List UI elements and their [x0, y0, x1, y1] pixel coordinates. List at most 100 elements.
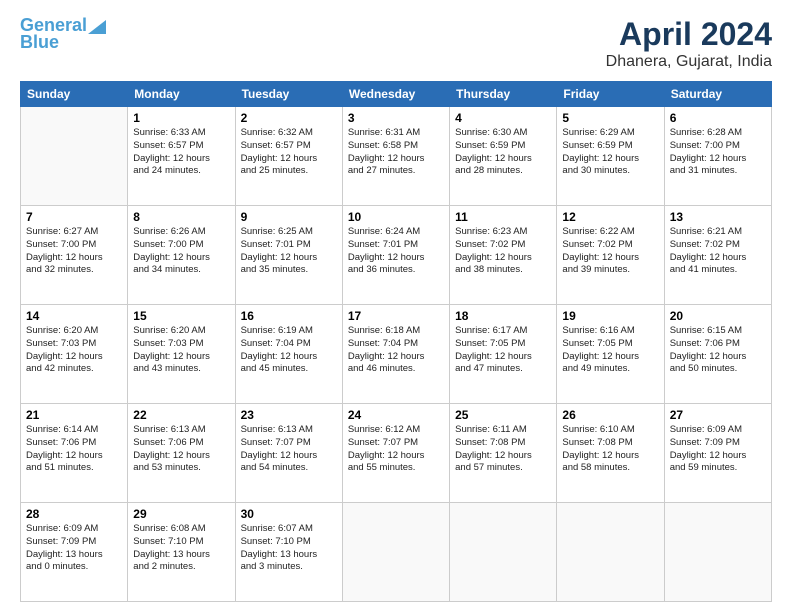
day-info: Sunrise: 6:09 AM Sunset: 7:09 PM Dayligh…	[26, 523, 122, 574]
table-row: 8 Sunrise: 6:26 AM Sunset: 7:00 PM Daylig…	[128, 206, 235, 305]
table-row: 20 Sunrise: 6:15 AM Sunset: 7:06 PM Dayli…	[664, 305, 771, 404]
calendar-header-row: Sunday Monday Tuesday Wednesday Thursday…	[21, 82, 772, 107]
col-thursday: Thursday	[450, 82, 557, 107]
day-info: Sunrise: 6:28 AM Sunset: 7:00 PM Dayligh…	[670, 127, 766, 178]
table-row: 11 Sunrise: 6:23 AM Sunset: 7:02 PM Dayli…	[450, 206, 557, 305]
logo-arrow-icon	[88, 16, 106, 34]
day-info: Sunrise: 6:20 AM Sunset: 7:03 PM Dayligh…	[133, 325, 229, 376]
day-info: Sunrise: 6:19 AM Sunset: 7:04 PM Dayligh…	[241, 325, 337, 376]
day-number: 1	[133, 111, 229, 125]
page: General Blue April 2024 Dhanera, Gujarat…	[0, 0, 792, 612]
day-info: Sunrise: 6:13 AM Sunset: 7:06 PM Dayligh…	[133, 424, 229, 475]
day-number: 15	[133, 309, 229, 323]
day-number: 28	[26, 507, 122, 521]
table-row: 6 Sunrise: 6:28 AM Sunset: 7:00 PM Daylig…	[664, 107, 771, 206]
table-row	[557, 503, 664, 602]
table-row: 13 Sunrise: 6:21 AM Sunset: 7:02 PM Dayli…	[664, 206, 771, 305]
table-row: 3 Sunrise: 6:31 AM Sunset: 6:58 PM Daylig…	[342, 107, 449, 206]
day-info: Sunrise: 6:07 AM Sunset: 7:10 PM Dayligh…	[241, 523, 337, 574]
day-info: Sunrise: 6:22 AM Sunset: 7:02 PM Dayligh…	[562, 226, 658, 277]
day-number: 22	[133, 408, 229, 422]
header: General Blue April 2024 Dhanera, Gujarat…	[20, 16, 772, 71]
table-row: 7 Sunrise: 6:27 AM Sunset: 7:00 PM Daylig…	[21, 206, 128, 305]
day-info: Sunrise: 6:31 AM Sunset: 6:58 PM Dayligh…	[348, 127, 444, 178]
col-tuesday: Tuesday	[235, 82, 342, 107]
day-number: 13	[670, 210, 766, 224]
day-info: Sunrise: 6:32 AM Sunset: 6:57 PM Dayligh…	[241, 127, 337, 178]
table-row: 16Sunrise: 6:19 AM Sunset: 7:04 PM Dayli…	[235, 305, 342, 404]
day-info: Sunrise: 6:29 AM Sunset: 6:59 PM Dayligh…	[562, 127, 658, 178]
table-row: 10 Sunrise: 6:24 AM Sunset: 7:01 PM Dayli…	[342, 206, 449, 305]
day-number: 27	[670, 408, 766, 422]
day-number: 18	[455, 309, 551, 323]
day-number: 11	[455, 210, 551, 224]
logo: General Blue	[20, 16, 106, 53]
table-row	[342, 503, 449, 602]
table-row: 27 Sunrise: 6:09 AM Sunset: 7:09 PM Dayli…	[664, 404, 771, 503]
day-number: 23	[241, 408, 337, 422]
day-number: 10	[348, 210, 444, 224]
table-row: 19Sunrise: 6:16 AM Sunset: 7:05 PM Dayli…	[557, 305, 664, 404]
day-number: 17	[348, 309, 444, 323]
day-info: Sunrise: 6:23 AM Sunset: 7:02 PM Dayligh…	[455, 226, 551, 277]
col-wednesday: Wednesday	[342, 82, 449, 107]
col-sunday: Sunday	[21, 82, 128, 107]
day-number: 20	[670, 309, 766, 323]
table-row: 1Sunrise: 6:33 AM Sunset: 6:57 PM Daylig…	[128, 107, 235, 206]
col-monday: Monday	[128, 82, 235, 107]
table-row: 28 Sunrise: 6:09 AM Sunset: 7:09 PM Dayli…	[21, 503, 128, 602]
day-number: 21	[26, 408, 122, 422]
day-number: 6	[670, 111, 766, 125]
calendar-week-row: 1Sunrise: 6:33 AM Sunset: 6:57 PM Daylig…	[21, 107, 772, 206]
calendar: Sunday Monday Tuesday Wednesday Thursday…	[20, 81, 772, 602]
table-row: 26 Sunrise: 6:10 AM Sunset: 7:08 PM Dayli…	[557, 404, 664, 503]
day-number: 4	[455, 111, 551, 125]
col-saturday: Saturday	[664, 82, 771, 107]
day-number: 7	[26, 210, 122, 224]
day-info: Sunrise: 6:11 AM Sunset: 7:08 PM Dayligh…	[455, 424, 551, 475]
day-info: Sunrise: 6:27 AM Sunset: 7:00 PM Dayligh…	[26, 226, 122, 277]
table-row	[664, 503, 771, 602]
day-number: 8	[133, 210, 229, 224]
day-info: Sunrise: 6:16 AM Sunset: 7:05 PM Dayligh…	[562, 325, 658, 376]
table-row: 30 Sunrise: 6:07 AM Sunset: 7:10 PM Dayli…	[235, 503, 342, 602]
day-info: Sunrise: 6:21 AM Sunset: 7:02 PM Dayligh…	[670, 226, 766, 277]
day-info: Sunrise: 6:14 AM Sunset: 7:06 PM Dayligh…	[26, 424, 122, 475]
day-info: Sunrise: 6:17 AM Sunset: 7:05 PM Dayligh…	[455, 325, 551, 376]
table-row	[21, 107, 128, 206]
day-number: 3	[348, 111, 444, 125]
day-info: Sunrise: 6:09 AM Sunset: 7:09 PM Dayligh…	[670, 424, 766, 475]
col-friday: Friday	[557, 82, 664, 107]
table-row: 5Sunrise: 6:29 AM Sunset: 6:59 PM Daylig…	[557, 107, 664, 206]
day-info: Sunrise: 6:18 AM Sunset: 7:04 PM Dayligh…	[348, 325, 444, 376]
day-number: 26	[562, 408, 658, 422]
table-row: 23 Sunrise: 6:13 AM Sunset: 7:07 PM Dayli…	[235, 404, 342, 503]
day-number: 29	[133, 507, 229, 521]
day-info: Sunrise: 6:10 AM Sunset: 7:08 PM Dayligh…	[562, 424, 658, 475]
table-row	[450, 503, 557, 602]
day-info: Sunrise: 6:30 AM Sunset: 6:59 PM Dayligh…	[455, 127, 551, 178]
day-number: 30	[241, 507, 337, 521]
day-info: Sunrise: 6:13 AM Sunset: 7:07 PM Dayligh…	[241, 424, 337, 475]
table-row: 2 Sunrise: 6:32 AM Sunset: 6:57 PM Daylig…	[235, 107, 342, 206]
calendar-week-row: 21 Sunrise: 6:14 AM Sunset: 7:06 PM Dayli…	[21, 404, 772, 503]
table-row: 17 Sunrise: 6:18 AM Sunset: 7:04 PM Dayli…	[342, 305, 449, 404]
table-row: 21 Sunrise: 6:14 AM Sunset: 7:06 PM Dayli…	[21, 404, 128, 503]
day-info: Sunrise: 6:12 AM Sunset: 7:07 PM Dayligh…	[348, 424, 444, 475]
day-number: 9	[241, 210, 337, 224]
day-info: Sunrise: 6:15 AM Sunset: 7:06 PM Dayligh…	[670, 325, 766, 376]
main-title: April 2024	[606, 16, 772, 53]
table-row: 9 Sunrise: 6:25 AM Sunset: 7:01 PM Daylig…	[235, 206, 342, 305]
day-number: 14	[26, 309, 122, 323]
table-row: 12 Sunrise: 6:22 AM Sunset: 7:02 PM Dayli…	[557, 206, 664, 305]
day-number: 12	[562, 210, 658, 224]
day-number: 2	[241, 111, 337, 125]
subtitle: Dhanera, Gujarat, India	[606, 53, 772, 71]
day-info: Sunrise: 6:08 AM Sunset: 7:10 PM Dayligh…	[133, 523, 229, 574]
day-info: Sunrise: 6:24 AM Sunset: 7:01 PM Dayligh…	[348, 226, 444, 277]
day-info: Sunrise: 6:26 AM Sunset: 7:00 PM Dayligh…	[133, 226, 229, 277]
table-row: 15 Sunrise: 6:20 AM Sunset: 7:03 PM Dayli…	[128, 305, 235, 404]
day-info: Sunrise: 6:25 AM Sunset: 7:01 PM Dayligh…	[241, 226, 337, 277]
table-row: 14Sunrise: 6:20 AM Sunset: 7:03 PM Dayli…	[21, 305, 128, 404]
table-row: 25Sunrise: 6:11 AM Sunset: 7:08 PM Dayli…	[450, 404, 557, 503]
